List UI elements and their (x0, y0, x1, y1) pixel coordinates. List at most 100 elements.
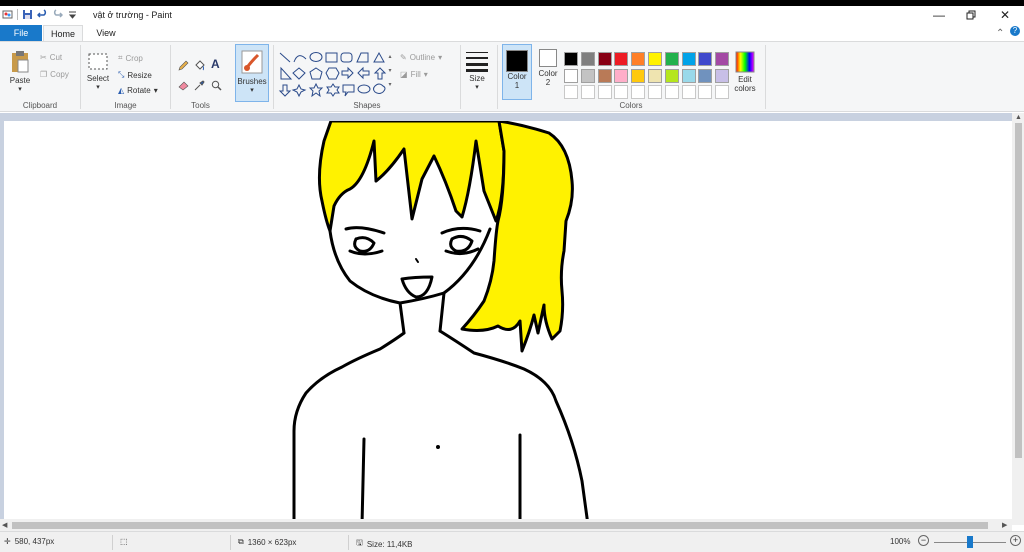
zoom-slider-thumb[interactable] (967, 536, 973, 548)
zoom-out-button[interactable]: − (918, 535, 929, 546)
ribbon-tabs: File Home View ⌃ ? (0, 25, 1024, 41)
paste-button[interactable]: Paste ▾ (6, 50, 34, 93)
palette-custom-swatch[interactable] (614, 85, 629, 99)
tab-file[interactable]: File (0, 25, 42, 41)
pencil-icon[interactable] (178, 60, 189, 71)
palette-color-swatch[interactable] (614, 52, 629, 66)
help-icon[interactable]: ? (1010, 26, 1020, 36)
fill-button[interactable]: ◪ Fill ▾ (400, 70, 428, 79)
fill-bucket-icon[interactable] (194, 60, 205, 71)
palette-color-swatch[interactable] (614, 68, 629, 83)
horizontal-scroll-thumb[interactable] (12, 522, 988, 529)
palette-color-swatch[interactable] (580, 68, 595, 83)
palette-color-swatch[interactable] (715, 52, 730, 66)
palette-color-swatch[interactable] (715, 68, 730, 83)
tab-home[interactable]: Home (43, 25, 83, 41)
magnifier-icon[interactable] (211, 80, 222, 91)
palette-custom-swatch[interactable] (698, 85, 713, 99)
rotate-button[interactable]: ◭ Rotate ▾ (118, 86, 158, 95)
save-icon[interactable] (22, 9, 33, 20)
resize-button[interactable]: ⤡ Resize (118, 70, 152, 80)
palette-color-swatch[interactable] (648, 68, 662, 83)
zoom-in-button[interactable]: + (1010, 535, 1021, 546)
fill-label: Fill (410, 70, 421, 79)
neck-right (438, 291, 446, 333)
shapes-gallery-scroll[interactable]: ▴ ▾ ▾ (386, 50, 394, 98)
shapes-group-label: Shapes (353, 101, 381, 110)
vertical-scrollbar[interactable]: ▲ (1012, 113, 1024, 525)
scroll-right-icon[interactable]: ▶ (1002, 521, 1007, 529)
palette-custom-swatch[interactable] (580, 85, 595, 99)
palette-color-swatch[interactable] (597, 68, 612, 83)
drawing-canvas[interactable] (4, 121, 1012, 525)
palette-color-swatch[interactable] (681, 68, 696, 83)
shapes-gallery[interactable] (278, 51, 398, 101)
palette-color-swatch[interactable] (597, 52, 612, 66)
scroll-up-icon[interactable]: ▲ (1015, 114, 1022, 121)
palette-color-swatch[interactable] (564, 52, 578, 66)
redo-icon[interactable] (52, 9, 63, 20)
minimize-icon: — (933, 8, 945, 22)
rotate-label: Rotate (127, 86, 151, 95)
chin-line (398, 301, 406, 335)
four-point-star-shape-icon (291, 83, 307, 98)
palette-custom-swatch[interactable] (631, 85, 646, 99)
customize-qat-icon[interactable] (67, 9, 78, 20)
vertical-scroll-thumb[interactable] (1015, 123, 1022, 458)
tab-view[interactable]: View (88, 25, 124, 41)
quick-access-toolbar (2, 9, 78, 20)
clipboard-group: Paste ▾ ✂ Cut ❐ Copy Clipboard (0, 42, 80, 112)
palette-color-swatch[interactable] (698, 68, 713, 83)
brushes-button[interactable]: Brushes ▾ (235, 44, 269, 102)
palette-color-swatch[interactable] (664, 68, 679, 83)
color1-label: Color (507, 72, 527, 81)
shapes-group: ▴ ▾ ▾ ✎ Outline ▾ ◪ Fill ▾ Shapes (274, 42, 460, 112)
oval-shape-icon (309, 52, 323, 62)
image-size-icon: ⧉ (238, 537, 244, 546)
color2-button[interactable]: Color 2 (534, 49, 562, 87)
palette-custom-swatch[interactable] (597, 85, 612, 99)
restore-button[interactable] (954, 6, 988, 24)
minimize-button[interactable]: — (922, 6, 956, 24)
color-picker-icon[interactable] (194, 80, 205, 91)
close-button[interactable]: ✕ (988, 6, 1022, 24)
palette-color-swatch[interactable] (681, 52, 696, 66)
minimize-ribbon-icon[interactable]: ⌃ (996, 28, 1004, 39)
eraser-icon[interactable] (178, 80, 189, 91)
hair-left-shape (317, 121, 506, 233)
select-label: Select (86, 74, 110, 83)
palette-color-swatch[interactable] (648, 52, 662, 66)
select-button[interactable]: Select ▾ (85, 52, 111, 91)
palette-custom-swatch[interactable] (715, 85, 730, 99)
palette-color-swatch[interactable] (664, 52, 679, 66)
image-size: ⧉ 1360 × 623px (238, 537, 296, 547)
title-bar: vật ở trường - Paint — ✕ (0, 6, 1024, 25)
cut-button[interactable]: ✂ Cut (40, 53, 62, 62)
palette-color-swatch[interactable] (698, 52, 713, 66)
resize-label: Resize (127, 70, 152, 80)
size-button[interactable]: Size ▾ (462, 50, 492, 91)
palette-color-swatch[interactable] (631, 52, 646, 66)
crosshair-icon: ✛ (4, 537, 11, 546)
palette-custom-swatch[interactable] (664, 85, 679, 99)
palette-custom-swatch[interactable] (681, 85, 696, 99)
palette-color-swatch[interactable] (564, 68, 578, 83)
scroll-left-icon[interactable]: ◀ (2, 521, 7, 529)
undo-icon[interactable] (37, 9, 48, 20)
rotate-icon: ◭ (118, 86, 125, 95)
color1-button[interactable]: Color 1 (502, 44, 532, 100)
horizontal-scrollbar[interactable]: ◀ ▶ (0, 519, 1012, 531)
palette-color-swatch[interactable] (631, 68, 646, 83)
crop-button[interactable]: ⌗ Crop (118, 53, 143, 63)
outline-button[interactable]: ✎ Outline ▾ (400, 53, 442, 62)
anime-girl-drawing (292, 121, 590, 525)
palette-color-swatch[interactable] (580, 52, 595, 66)
edit-colors-button[interactable]: Edit colors (730, 51, 760, 93)
status-divider (348, 535, 349, 550)
palette-custom-swatch[interactable] (648, 85, 662, 99)
text-tool-icon[interactable]: A (211, 57, 220, 71)
palette-custom-swatch[interactable] (564, 85, 578, 99)
arm-left-line (360, 437, 366, 525)
copy-button[interactable]: ❐ Copy (40, 70, 69, 79)
up-arrow-shape-icon (373, 67, 387, 80)
